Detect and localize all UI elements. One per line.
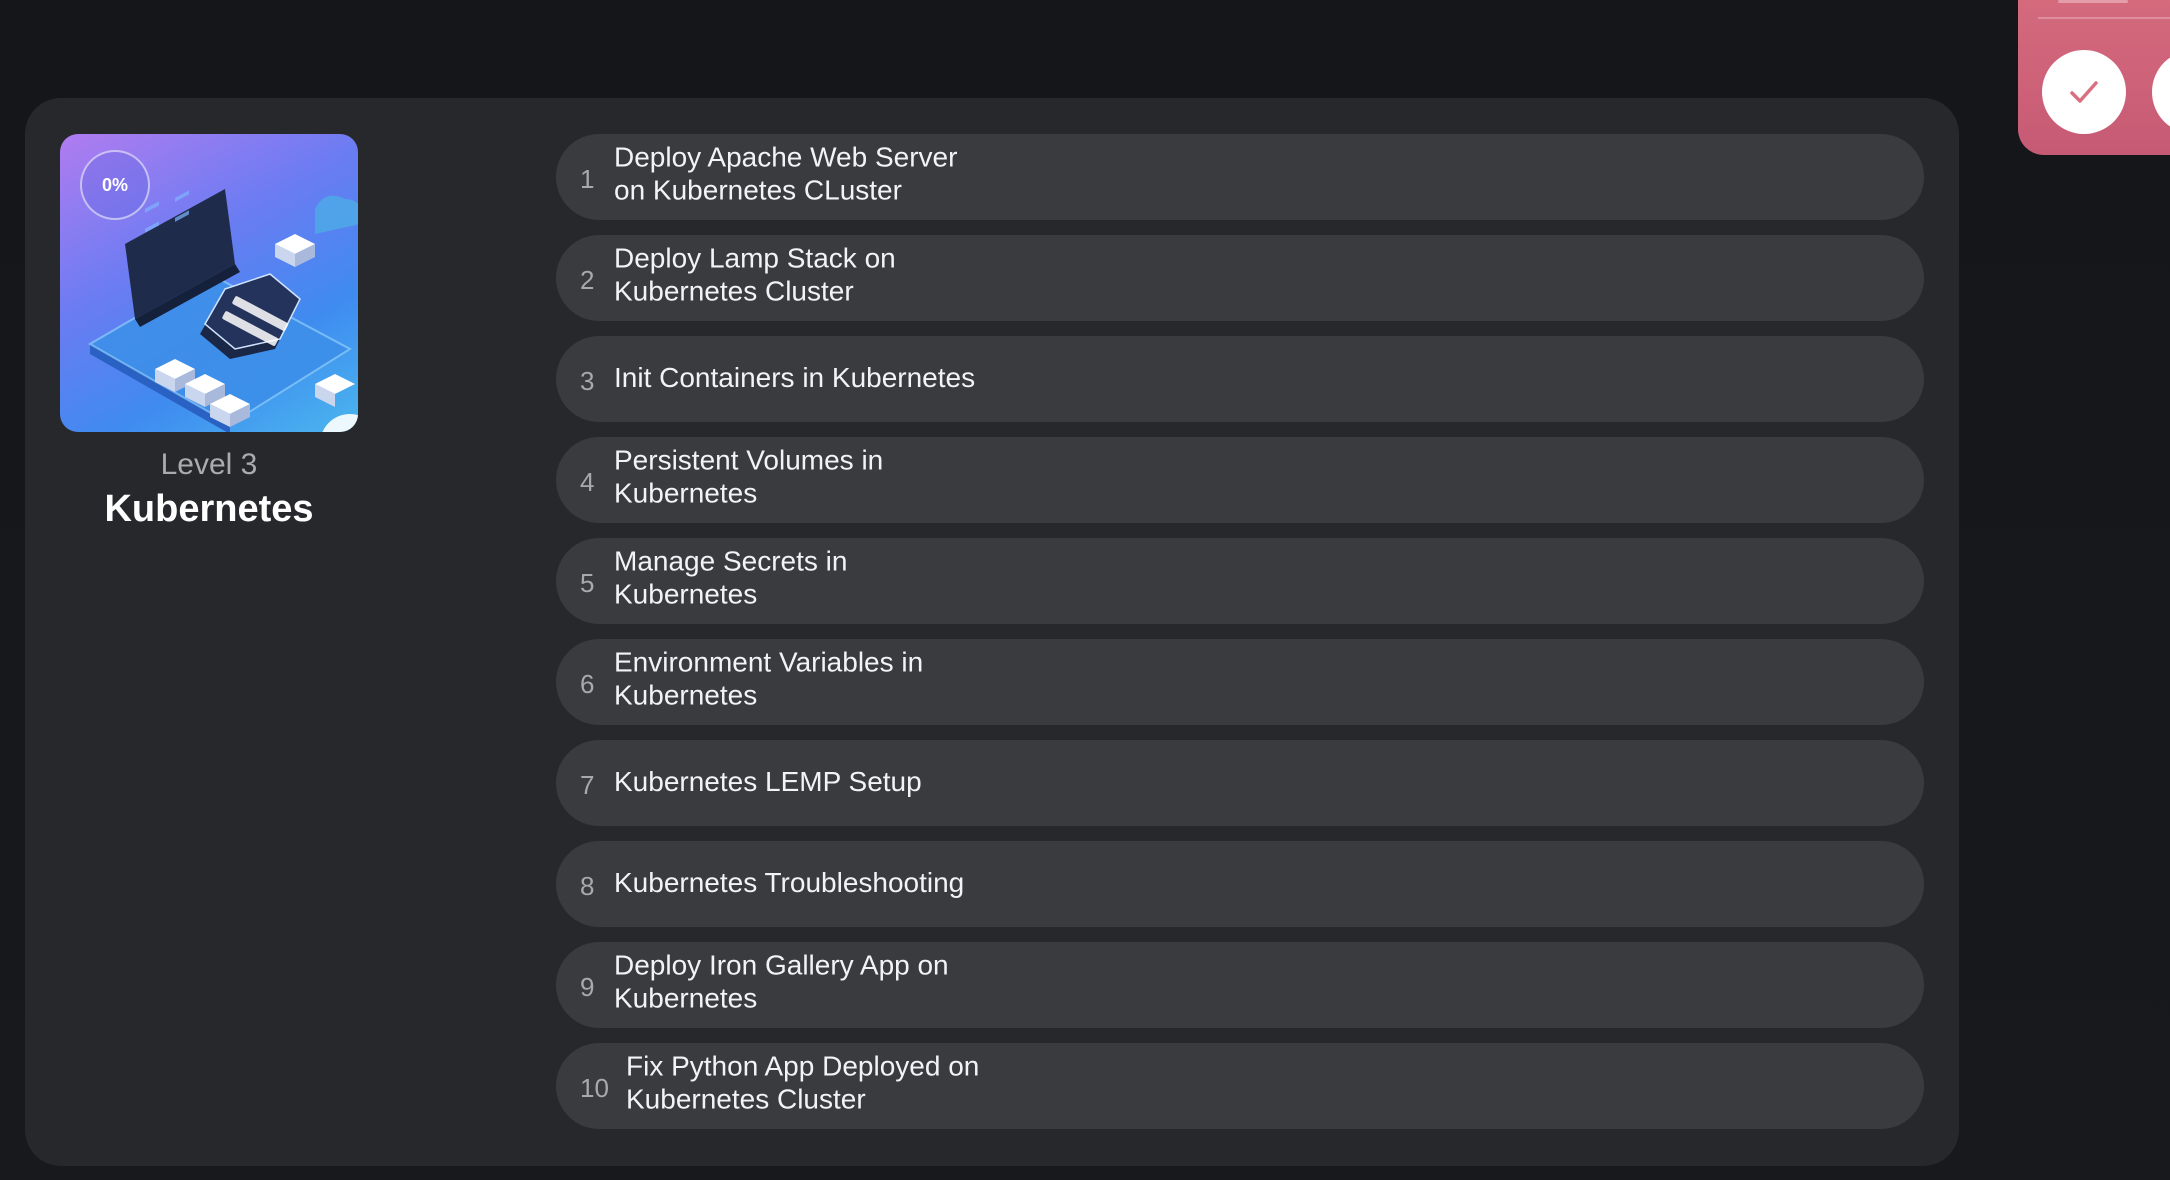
lesson-item-6[interactable]: 6 Environment Variables in Kubernetes — [556, 639, 1924, 725]
secondary-action-button[interactable] — [2152, 50, 2170, 134]
lesson-title: Init Containers in Kubernetes — [614, 361, 976, 393]
lesson-item-4[interactable]: 4 Persistent Volumes in Kubernetes — [556, 437, 1924, 523]
course-thumbnail[interactable]: 0% — [60, 134, 358, 432]
course-panel: 0% Level 3 Kubernetes 1 Deploy Apache We… — [25, 98, 1959, 1166]
side-action-widget — [2018, 0, 2170, 155]
lesson-number: 1 — [580, 164, 595, 194]
lesson-title: Deploy Iron Gallery App on Kubernetes — [614, 949, 949, 1014]
lesson-title: Manage Secrets in Kubernetes — [614, 545, 848, 610]
lesson-item-9[interactable]: 9 Deploy Iron Gallery App on Kubernetes — [556, 942, 1924, 1028]
lesson-item-1[interactable]: 1 Deploy Apache Web Server on Kubernetes… — [556, 134, 1924, 220]
lesson-title: Persistent Volumes in Kubernetes — [614, 444, 884, 509]
lesson-item-3[interactable]: 3 Init Containers in Kubernetes — [556, 336, 1924, 422]
course-level: Level 3 — [160, 448, 258, 481]
lesson-item-5[interactable]: 5 Manage Secrets in Kubernetes — [556, 538, 1924, 624]
lesson-item-7[interactable]: 7 Kubernetes LEMP Setup — [556, 740, 1924, 826]
lesson-number: 2 — [580, 265, 595, 295]
lesson-item-8[interactable]: 8 Kubernetes Troubleshooting — [556, 841, 1924, 927]
lesson-title: Deploy Lamp Stack on Kubernetes Cluster — [614, 242, 896, 307]
lesson-title: Deploy Apache Web Server on Kubernetes C… — [614, 141, 958, 206]
lesson-title: Environment Variables in Kubernetes — [614, 646, 924, 711]
widget-handle[interactable] — [2058, 0, 2128, 3]
lesson-title: Kubernetes Troubleshooting — [614, 866, 965, 898]
complete-button[interactable] — [2042, 50, 2126, 134]
lesson-number: 7 — [580, 770, 595, 800]
lesson-number: 5 — [580, 568, 595, 598]
lesson-list: 1 Deploy Apache Web Server on Kubernetes… — [556, 134, 1924, 1144]
progress-text: 0% — [101, 174, 128, 195]
course-title: Kubernetes — [104, 488, 314, 530]
page: 0% Level 3 Kubernetes 1 Deploy Apache We… — [0, 0, 2170, 1180]
lesson-number: 8 — [580, 871, 595, 901]
lesson-number: 6 — [580, 669, 595, 699]
widget-divider — [2038, 17, 2170, 19]
progress-ring: 0% — [80, 150, 150, 220]
lesson-number: 4 — [580, 467, 595, 497]
lesson-title: Kubernetes LEMP Setup — [614, 765, 922, 797]
check-icon — [2070, 81, 2098, 103]
lesson-title: Fix Python App Deployed on Kubernetes Cl… — [626, 1050, 980, 1115]
lesson-item-2[interactable]: 2 Deploy Lamp Stack on Kubernetes Cluste… — [556, 235, 1924, 321]
lesson-number: 9 — [580, 972, 595, 1002]
lesson-item-10[interactable]: 10 Fix Python App Deployed on Kubernetes… — [556, 1043, 1924, 1129]
lesson-number: 10 — [580, 1073, 609, 1103]
lesson-number: 3 — [580, 366, 595, 396]
